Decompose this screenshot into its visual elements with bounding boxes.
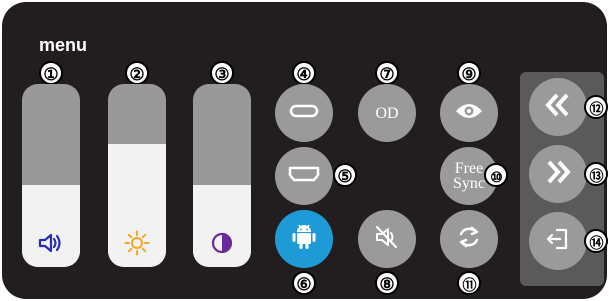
sun-icon xyxy=(108,229,166,257)
freesync-label: Free Sync xyxy=(453,161,485,192)
exit-icon xyxy=(545,227,571,256)
brightness-slider[interactable] xyxy=(108,84,166,267)
eye-care-button[interactable] xyxy=(440,84,498,142)
od-label: OD xyxy=(375,104,399,122)
freesync-label-line2: Sync xyxy=(453,175,485,192)
badge-8: ⑧ xyxy=(375,271,399,295)
usb-c-button[interactable] xyxy=(275,84,333,142)
menu-title: menu xyxy=(39,35,88,55)
speaker-icon xyxy=(22,229,80,257)
badge-9: ⑨ xyxy=(457,61,481,85)
eye-icon xyxy=(454,101,484,126)
badge-6: ⑥ xyxy=(292,271,316,295)
badge-10: ⑩ xyxy=(484,163,508,187)
badge-7: ⑦ xyxy=(375,61,399,85)
badge-5: ⑤ xyxy=(333,163,357,187)
rotate-icon xyxy=(456,224,482,255)
double-chevron-right-icon xyxy=(543,159,573,190)
hdmi-icon xyxy=(288,166,320,187)
badge-12: ⑫ xyxy=(584,95,608,119)
badge-4: ④ xyxy=(292,61,316,85)
previous-button[interactable] xyxy=(529,78,587,136)
exit-button[interactable] xyxy=(529,212,587,270)
volume-slider[interactable] xyxy=(22,84,80,267)
badge-14: ⑭ xyxy=(584,229,608,253)
badge-3: ③ xyxy=(210,61,234,85)
mute-icon xyxy=(374,225,400,254)
android-button[interactable] xyxy=(275,210,333,268)
android-icon xyxy=(291,222,317,257)
badge-1: ① xyxy=(39,61,63,85)
next-button[interactable] xyxy=(529,145,587,203)
contrast-icon xyxy=(193,229,251,257)
mute-button[interactable] xyxy=(358,210,416,268)
od-button[interactable]: OD xyxy=(358,84,416,142)
badge-13: ⑬ xyxy=(584,162,608,186)
menu-panel: menu ① ② ③ ④ ⑤ ⑥ ⑦ OD ⑧ ⑨ Free Sync ⑩ ⑪ … xyxy=(2,2,608,299)
double-chevron-left-icon xyxy=(543,92,573,123)
usb-c-icon xyxy=(289,104,319,123)
badge-2: ② xyxy=(125,61,149,85)
badge-11: ⑪ xyxy=(457,271,481,295)
hdmi-button[interactable] xyxy=(275,147,333,205)
rotate-button[interactable] xyxy=(440,210,498,268)
contrast-slider[interactable] xyxy=(193,84,251,267)
